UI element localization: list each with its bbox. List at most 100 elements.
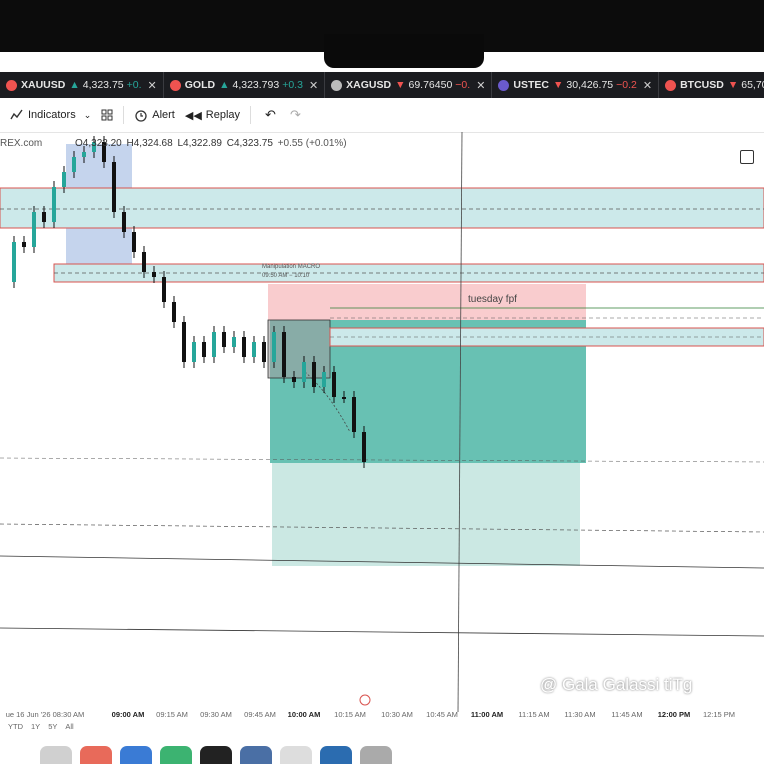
close-tab-icon[interactable]: ✕	[148, 79, 157, 92]
triangle-down-icon: ▼	[727, 79, 739, 91]
redo-icon: ↷	[289, 107, 301, 122]
replay-button[interactable]: ◀◀ Replay	[185, 109, 240, 122]
indicators-button[interactable]: Indicators ⌄	[10, 108, 91, 122]
candle-body	[322, 372, 326, 387]
time-tick: 11:15 AM	[518, 710, 550, 719]
candle-body	[302, 362, 306, 382]
ohlc-readout: REX.com O4,323.20 H4,324.68 L4,322.89 C4…	[0, 138, 347, 149]
candle-body	[72, 157, 76, 172]
candle-body	[332, 372, 336, 397]
time-axis[interactable]: ue 16 Jun '26 08:30 AM 09:00 AM 09:15 AM 09…	[0, 708, 764, 722]
indicators-icon	[10, 109, 23, 120]
symbol-icon	[169, 79, 181, 91]
tab-ustec[interactable]: USTEC ▼ 30,426.75 −0.2 ✕	[492, 72, 660, 98]
candle-body	[262, 342, 266, 362]
triangle-up-icon: ▲	[219, 79, 230, 91]
take-profit-zone-extended	[272, 463, 580, 566]
range-selector: YTD 1Y 5Y All	[0, 722, 764, 736]
candle-body	[212, 332, 216, 357]
layout-grid-button[interactable]	[101, 109, 113, 121]
open-value: O4,323.20	[75, 138, 122, 149]
range-button-1y[interactable]: 1Y	[31, 722, 40, 731]
triangle-up-icon: ▲	[69, 79, 80, 91]
cursor-marker	[359, 694, 371, 706]
candle-body	[312, 362, 316, 387]
candle-body	[12, 242, 16, 282]
candle-body	[62, 172, 66, 187]
close-tab-icon[interactable]: ✕	[643, 79, 652, 92]
candle-body	[152, 272, 156, 277]
tab-price: 4,323.75	[82, 79, 124, 91]
tab-symbol: XAUUSD	[21, 79, 66, 91]
candle-body	[282, 332, 286, 377]
candle-body	[232, 337, 236, 347]
redo-button[interactable]: ↷	[286, 107, 301, 123]
tab-gold[interactable]: GOLD ▲ 4,323.793 +0.3 ✕	[164, 72, 326, 98]
tab-price: 65,708	[741, 79, 764, 91]
candle-body	[222, 332, 226, 347]
candle-body	[142, 252, 146, 272]
tab-xagusd[interactable]: XAGUSD ▼ 69.76450 −0. ✕	[325, 72, 493, 98]
time-tick: 11:30 AM	[564, 710, 596, 719]
camera-notch	[324, 34, 484, 68]
close-tab-icon[interactable]: ✕	[309, 79, 318, 92]
price-chart[interactable]: Manipulation MACRO 09:50 AM − 10:10 tues…	[0, 132, 764, 722]
close-value: C4,323.75	[226, 138, 273, 149]
high-value: H4,324.68	[126, 138, 173, 149]
range-button-ytd[interactable]: YTD	[8, 722, 23, 731]
candle-body	[172, 302, 176, 322]
tab-btcusd[interactable]: BTCUSD▼65,708−0.8	[659, 72, 764, 98]
tab-change: +0.3	[282, 79, 303, 91]
range-button-5y[interactable]: 5Y	[48, 722, 57, 731]
dock-app-icon[interactable]	[240, 746, 272, 764]
dock-app-icon[interactable]	[80, 746, 112, 764]
candle-body	[342, 397, 346, 399]
toolbar-divider	[123, 106, 125, 124]
rewind-icon: ◀◀	[184, 109, 202, 122]
diamond-logo-icon	[519, 678, 533, 692]
alert-label: Alert	[152, 109, 175, 121]
dock-app-icon[interactable]	[40, 746, 72, 764]
dock-app-icon[interactable]	[360, 746, 392, 764]
dock-app-icon[interactable]	[120, 746, 152, 764]
time-tick: 10:45 AM	[426, 710, 458, 719]
undo-icon: ↶	[265, 107, 276, 122]
chart-toolbar: Indicators ⌄ Alert ◀◀ Replay ↶ ↷	[0, 98, 764, 164]
range-button-all[interactable]: All	[65, 722, 73, 731]
symbol-icon	[331, 79, 343, 91]
candle-body	[192, 342, 196, 362]
tab-xauusd[interactable]: XAUUSD ▲ 4,323.75 +0. ✕	[0, 72, 164, 98]
trading-screen: XAUUSD ▲ 4,323.75 +0. ✕ GOLD ▲ 4,323.793 +0.3 ✕ XA…	[0, 52, 764, 764]
tab-change: +0.	[126, 79, 142, 91]
time-tick: 09:45 AM	[244, 710, 276, 719]
macro-time: 09:50 AM − 10:10	[262, 273, 310, 279]
tab-symbol: XAGUSD	[346, 79, 392, 91]
tab-change: −0.2	[616, 79, 637, 91]
symbol-icon	[498, 79, 510, 91]
toolbar-divider	[250, 106, 252, 124]
chevron-down-icon: ⌄	[83, 109, 92, 120]
time-tick: ue 16 Jun '26 08:30 AM	[5, 710, 85, 719]
triangle-down-icon: ▼	[553, 79, 564, 91]
dock-app-icon[interactable]	[280, 746, 312, 764]
low-value: L4,322.89	[177, 138, 222, 149]
indicators-label: Indicators	[28, 109, 76, 121]
candle-body	[352, 397, 356, 432]
alert-button[interactable]: Alert	[134, 108, 175, 122]
entry-box	[267, 319, 331, 379]
close-tab-icon[interactable]: ✕	[476, 79, 485, 92]
candle-body	[292, 377, 296, 382]
watermark-text: @ Gala Galassi tiTg	[540, 675, 693, 694]
tab-change: −0.	[455, 79, 471, 91]
time-tick: 12:15 PM	[702, 710, 736, 719]
undo-button[interactable]: ↶	[261, 107, 276, 123]
candle-body	[112, 162, 116, 212]
triangle-down-icon: ▼	[395, 79, 406, 91]
dock-app-icon[interactable]	[160, 746, 192, 764]
dock-app-icon[interactable]	[200, 746, 232, 764]
time-tick: 12:00 PM	[657, 710, 691, 719]
symbol-icon	[6, 79, 17, 91]
dock-app-icon[interactable]	[320, 746, 352, 764]
replay-label: Replay	[205, 109, 241, 121]
stop-loss-zone	[268, 284, 586, 320]
